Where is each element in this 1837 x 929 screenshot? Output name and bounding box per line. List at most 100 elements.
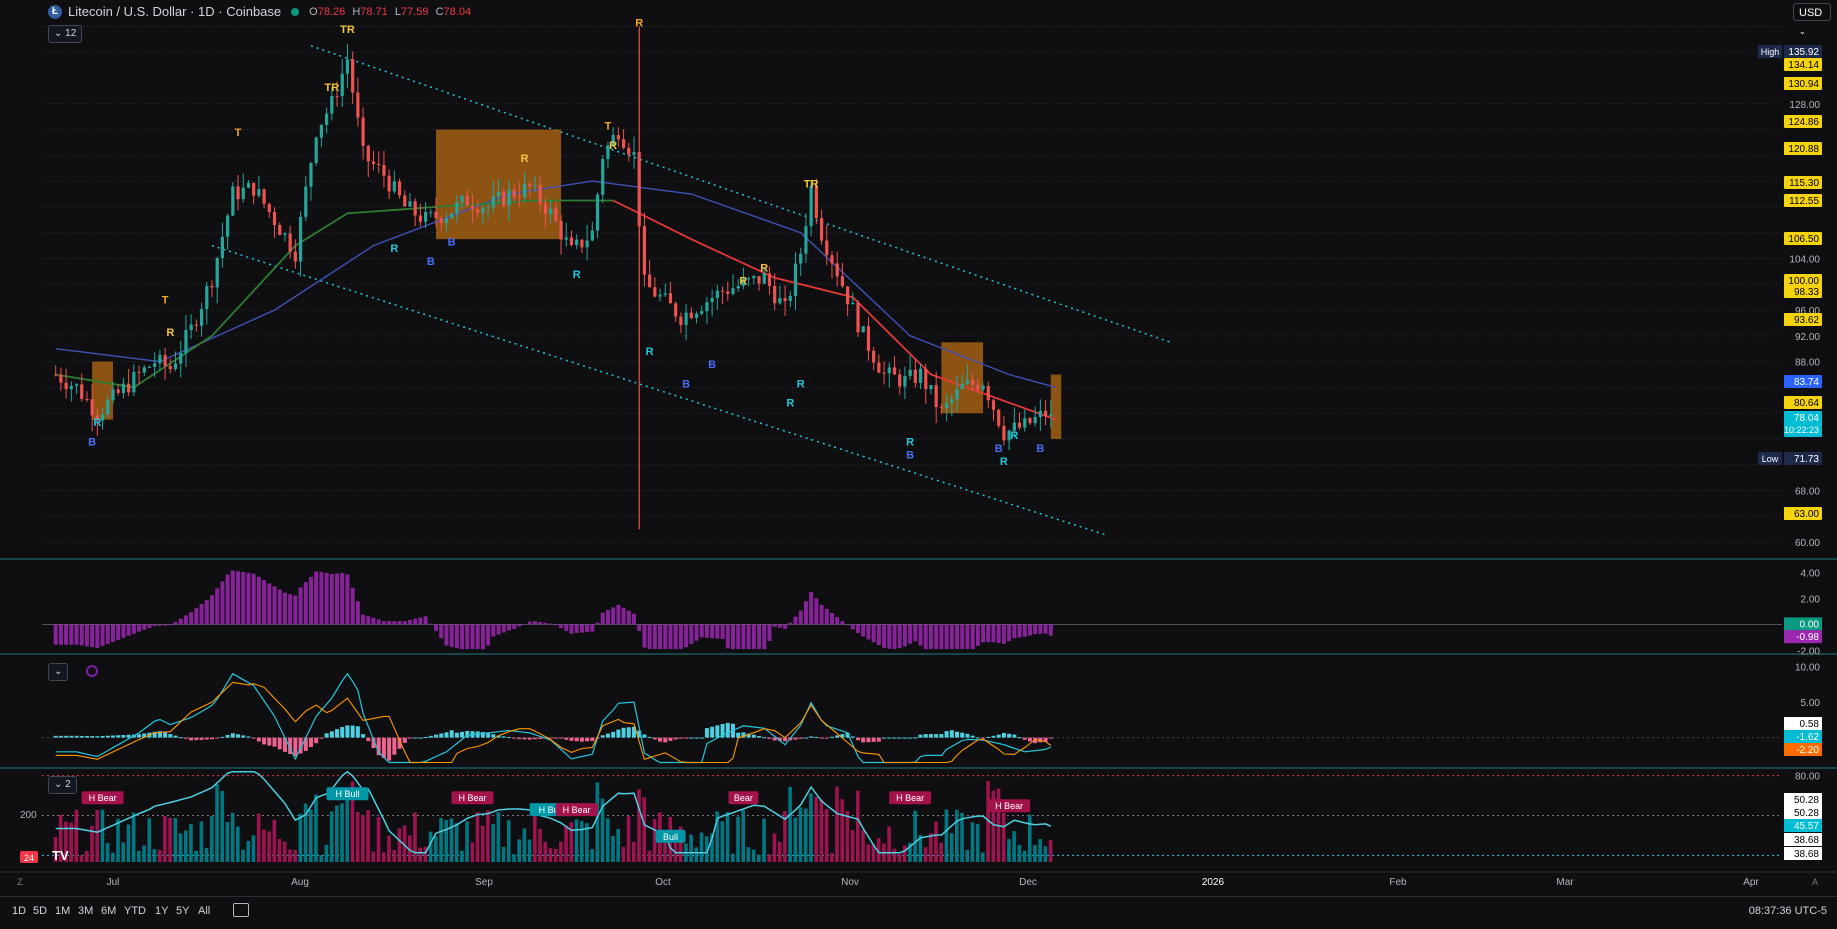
osc1-bar <box>616 605 620 625</box>
candle-body <box>679 317 682 325</box>
signal-label: B <box>995 443 1003 455</box>
osc1-bar <box>106 624 110 644</box>
osc1-bar <box>439 624 443 638</box>
timeframe-1y[interactable]: 1Y <box>155 905 168 917</box>
timeframe-5d[interactable]: 5D <box>33 905 47 917</box>
rsi-value: 50.28 <box>1794 795 1819 806</box>
macd-bar <box>184 738 188 739</box>
candle-body <box>705 302 708 311</box>
rsi-collapse-button[interactable]: ⌄ 2 <box>48 776 77 794</box>
macd-bar <box>356 726 360 737</box>
timeframe-3m[interactable]: 3M <box>78 905 93 917</box>
volume-bar <box>893 849 897 862</box>
osc1-bar <box>455 624 459 648</box>
chart-canvas[interactable]: 128.00104.0096.0092.0088.0068.0060.00TRT… <box>0 0 1837 928</box>
calendar-range-icon[interactable] <box>233 903 249 917</box>
macd-bar <box>413 738 417 739</box>
currency-select[interactable]: USD ⌄ <box>1793 3 1831 21</box>
macd-bar <box>538 738 542 739</box>
volume-bar <box>147 818 151 862</box>
price-level-value: 135.92 <box>1788 47 1819 58</box>
macd-bar <box>231 733 235 737</box>
candle-body <box>815 186 818 218</box>
x-tick-label: Jul <box>107 877 120 888</box>
volume-scale-label: 200 <box>20 810 37 821</box>
volume-bar <box>491 824 495 862</box>
osc1-bar <box>971 624 975 649</box>
osc1-bar <box>465 624 469 649</box>
osc1-bar <box>351 588 355 625</box>
macd-bar <box>627 727 631 737</box>
timeframe-ytd[interactable]: YTD <box>124 905 146 917</box>
osc1-bar <box>293 596 297 625</box>
osc1-bar <box>528 622 532 625</box>
osc1-bar <box>497 624 501 634</box>
osc1-bar <box>898 624 902 648</box>
macd-bar <box>163 733 167 738</box>
volume-bar <box>158 850 162 862</box>
osc1-histogram <box>54 570 1053 649</box>
candle-body <box>898 375 901 387</box>
osc1-bar <box>502 624 506 632</box>
price-level-value: 78.04 <box>1794 413 1819 424</box>
symbol-header[interactable]: Ł Litecoin / U.S. Dollar · 1D · Coinbase… <box>48 4 475 19</box>
signal-label: B <box>88 436 96 448</box>
macd-bar <box>893 738 897 739</box>
candle-body <box>596 195 599 231</box>
macd-bar <box>814 737 818 738</box>
candle-body <box>502 192 505 205</box>
volume-bar <box>846 811 850 862</box>
macd-bar <box>872 738 876 742</box>
candle-body <box>294 252 297 262</box>
candle-body <box>580 240 583 248</box>
osc1-bar <box>387 621 391 624</box>
osc1-bar <box>366 616 370 624</box>
timeframe-1d[interactable]: 1D <box>12 905 26 917</box>
candle-body <box>403 195 406 206</box>
macd-bar <box>830 737 834 738</box>
indicators-collapse-button[interactable]: ⌄ 12 <box>48 25 82 43</box>
osc1-bar <box>830 613 834 624</box>
osc1-bar <box>825 609 829 624</box>
macd-bar <box>794 738 798 740</box>
volume-bar <box>533 815 537 862</box>
candle-body <box>789 296 792 301</box>
candle-body <box>601 159 604 195</box>
timeframe-all[interactable]: All <box>198 905 210 917</box>
timeframe-1m[interactable]: 1M <box>55 905 70 917</box>
osc1-bar <box>991 624 995 642</box>
osc1-bar <box>580 624 584 632</box>
candle-body <box>325 114 328 125</box>
osc1-bar <box>731 624 735 649</box>
price-level-value: 130.94 <box>1788 79 1819 90</box>
candle-body <box>434 212 437 218</box>
timeframe-6m[interactable]: 6M <box>101 905 116 917</box>
macd-bar <box>684 738 688 739</box>
signal-label: TR <box>804 179 819 191</box>
volume-bar <box>757 855 761 862</box>
macd-bar <box>121 735 125 738</box>
candle-body <box>1023 418 1026 428</box>
oscillator-collapse-button[interactable]: ⌄ <box>48 663 68 681</box>
divergence-label: H Bear <box>896 793 924 803</box>
osc1-bar <box>861 624 865 636</box>
osc1-bar <box>481 624 485 649</box>
candle-body <box>335 96 338 97</box>
osc1-bar <box>866 624 870 639</box>
volume-bar <box>444 820 448 862</box>
macd-bar <box>991 736 995 738</box>
volume-bar <box>85 851 89 862</box>
volume-bar <box>695 847 699 862</box>
candle-body <box>460 196 463 202</box>
osc1-bar <box>700 624 704 637</box>
rsi-tick: 80.00 <box>1795 772 1820 783</box>
macd-bar <box>1049 738 1053 739</box>
x-tick-label: 2026 <box>1202 877 1225 888</box>
candle-body <box>575 240 578 245</box>
candle-body <box>341 74 344 96</box>
symbol-title[interactable]: Litecoin / U.S. Dollar · 1D · Coinbase <box>68 4 281 19</box>
osc1-bar <box>335 573 339 624</box>
candle-body <box>54 375 57 376</box>
macd-bar <box>585 738 589 742</box>
timeframe-5y[interactable]: 5Y <box>176 905 189 917</box>
